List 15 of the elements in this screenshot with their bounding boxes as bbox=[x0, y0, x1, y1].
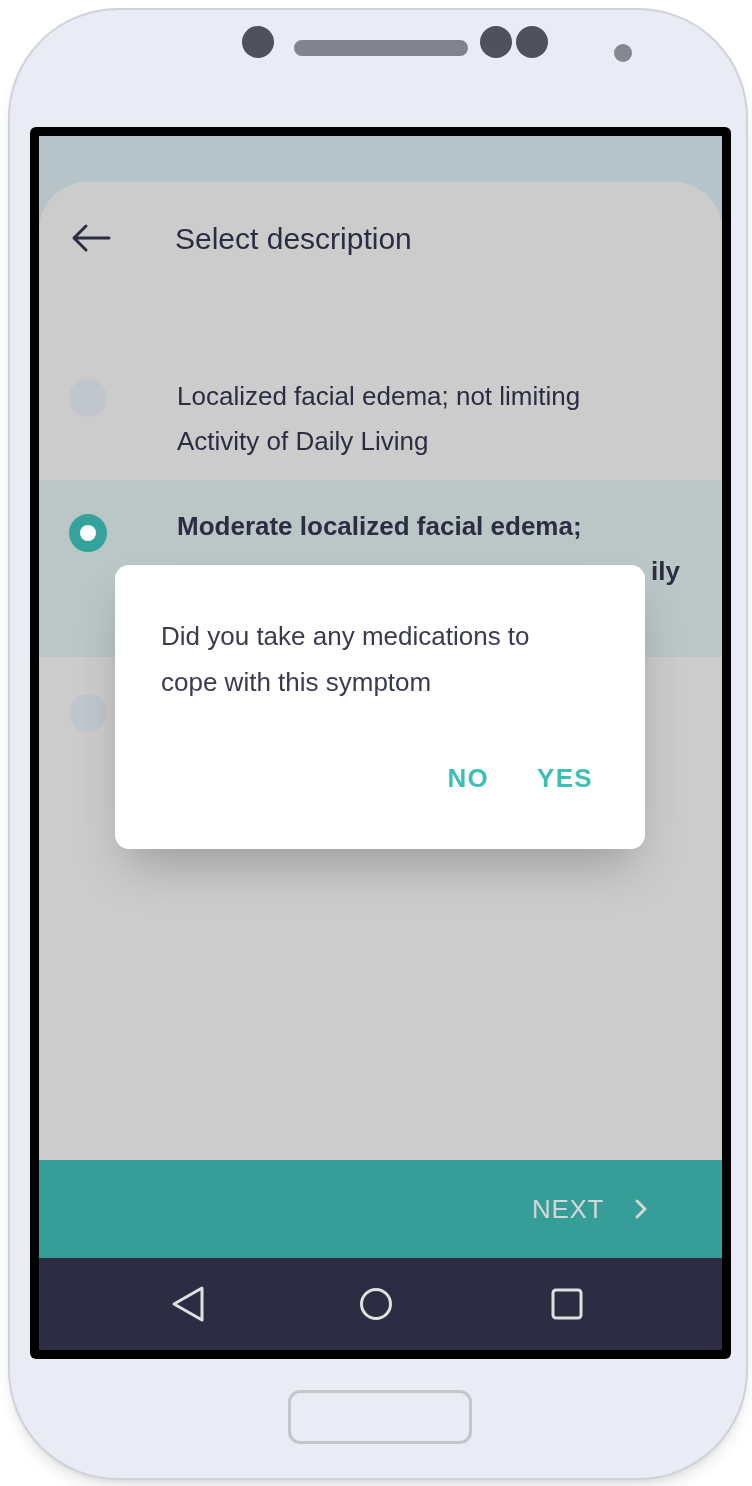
chevron-right-icon bbox=[634, 1198, 648, 1220]
dialog-button[interactable]: NO bbox=[443, 759, 494, 798]
sensor-icon bbox=[480, 26, 548, 58]
option-text: ily bbox=[651, 555, 681, 588]
option-text: Localized facial edema; not limiting Activity of Daily Living bbox=[177, 380, 582, 458]
next-button[interactable]: NEXT bbox=[532, 1189, 648, 1229]
option-text: Moderate localized facial edema; bbox=[177, 510, 583, 543]
recents-icon[interactable] bbox=[551, 1288, 583, 1320]
home-icon[interactable] bbox=[359, 1287, 393, 1321]
dialog-message: Did you take any medications to cope with this symptom bbox=[161, 620, 531, 699]
back-icon[interactable] bbox=[170, 1285, 206, 1323]
dialog-button[interactable]: YES bbox=[533, 759, 597, 798]
radio-button[interactable] bbox=[69, 514, 107, 552]
screen-title: Select description bbox=[175, 220, 412, 257]
back-arrow-icon[interactable] bbox=[71, 223, 111, 253]
